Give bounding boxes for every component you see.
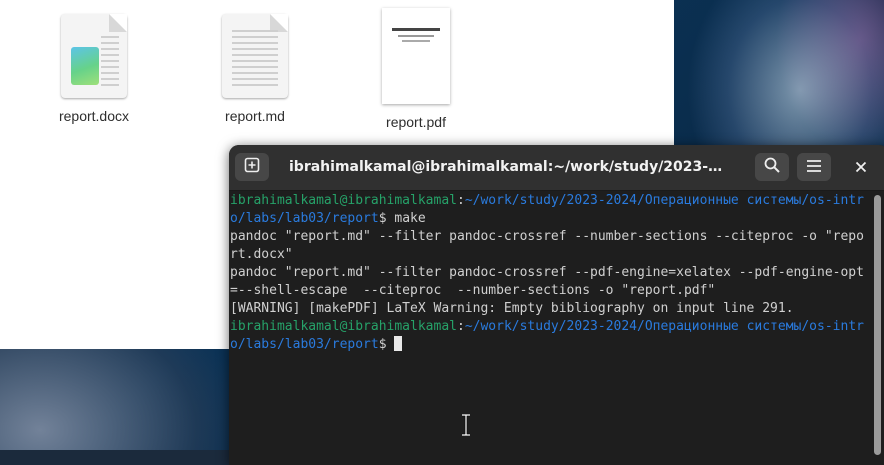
file-item-docx[interactable]: report.docx — [34, 14, 154, 124]
file-item-md[interactable]: report.md — [195, 14, 315, 124]
terminal-titlebar[interactable]: ibrahimalkamal@ibrahimalkamal:~/work/stu… — [229, 145, 884, 191]
file-item-pdf[interactable]: report.pdf — [356, 8, 476, 130]
menu-button[interactable] — [797, 153, 831, 181]
ibeam-cursor-icon — [460, 413, 472, 437]
terminal-window[interactable]: ibrahimalkamal@ibrahimalkamal:~/work/stu… — [229, 145, 884, 465]
output-line: pandoc "report.md" --filter pandoc-cross… — [230, 265, 864, 298]
file-name: report.pdf — [386, 114, 446, 130]
search-icon — [763, 156, 781, 178]
close-button[interactable] — [847, 153, 875, 181]
prompt-user: ibrahimalkamal@ibrahimalkamal — [230, 319, 457, 334]
text-cursor — [394, 336, 403, 351]
prompt-separator: : — [456, 319, 465, 334]
text-file-icon — [222, 14, 288, 98]
scrollbar[interactable] — [874, 195, 881, 455]
output-line: [WARNING] [makePDF] LaTeX Warning: Empty… — [230, 301, 794, 316]
prompt-separator: : — [456, 193, 465, 208]
new-tab-button[interactable] — [235, 153, 269, 181]
close-icon — [855, 158, 867, 177]
new-tab-icon — [244, 157, 260, 177]
terminal-output[interactable]: ibrahimalkamal@ibrahimalkamal:~/work/stu… — [230, 192, 870, 354]
file-name: report.docx — [58, 108, 130, 124]
docx-file-icon — [61, 14, 127, 98]
search-button[interactable] — [755, 153, 789, 181]
hamburger-menu-icon — [806, 158, 822, 177]
command-text: $ — [378, 337, 395, 352]
file-name: report.md — [225, 108, 285, 124]
output-line: pandoc "report.md" --filter pandoc-cross… — [230, 229, 864, 262]
command-text: $ make — [378, 211, 426, 226]
pdf-thumbnail-icon — [382, 8, 450, 104]
terminal-title: ibrahimalkamal@ibrahimalkamal:~/work/stu… — [289, 159, 729, 175]
prompt-user: ibrahimalkamal@ibrahimalkamal — [230, 193, 457, 208]
